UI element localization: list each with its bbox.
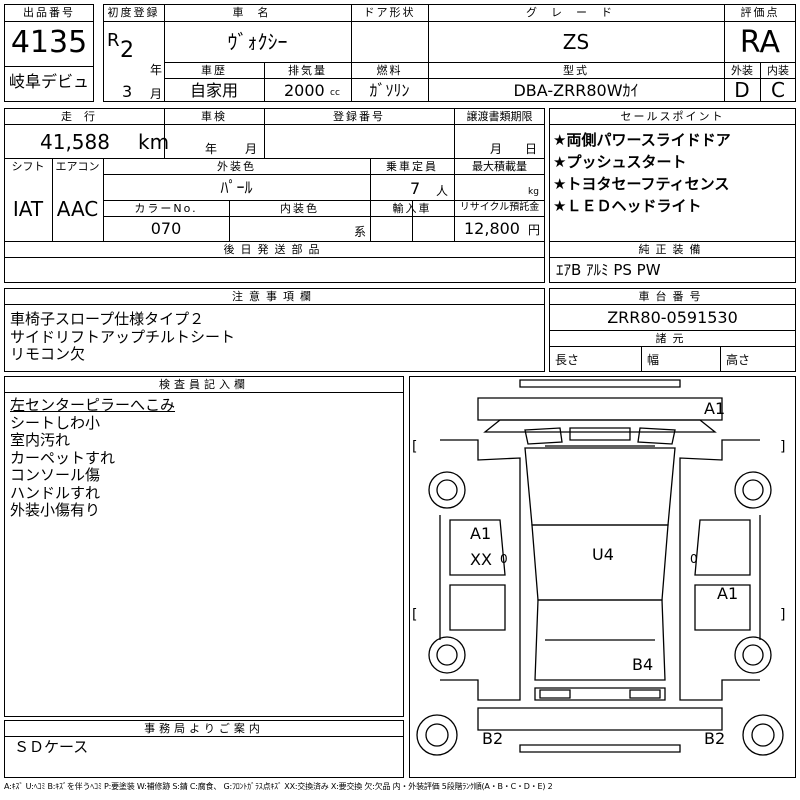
- mark-left-door-a: A1: [470, 524, 492, 543]
- mark-zero: 0: [500, 552, 508, 566]
- bracket-right: ]: [780, 439, 786, 455]
- mark-rear-window: B4: [632, 655, 654, 674]
- bracket-left: [: [412, 439, 418, 455]
- mark-rear-right: B2: [704, 729, 726, 748]
- mark-roof: U4: [592, 545, 614, 564]
- mark-front-right: A1: [704, 399, 726, 418]
- mark-right-rear: A1: [717, 584, 739, 603]
- mark-left-door-xx: XX: [470, 550, 492, 569]
- bracket-right: ]: [780, 607, 786, 623]
- bracket-left: [: [412, 607, 418, 623]
- car-outline: [416, 379, 784, 756]
- mark-rear-left: B2: [482, 729, 504, 748]
- legend: A:ｷｽﾞ U:ﾍｺﾐ B:ｷｽﾞを伴うﾍｺﾐ P:要塗装 W:補修跡 S:錆 …: [4, 782, 553, 791]
- mark-zero: 0: [690, 552, 698, 566]
